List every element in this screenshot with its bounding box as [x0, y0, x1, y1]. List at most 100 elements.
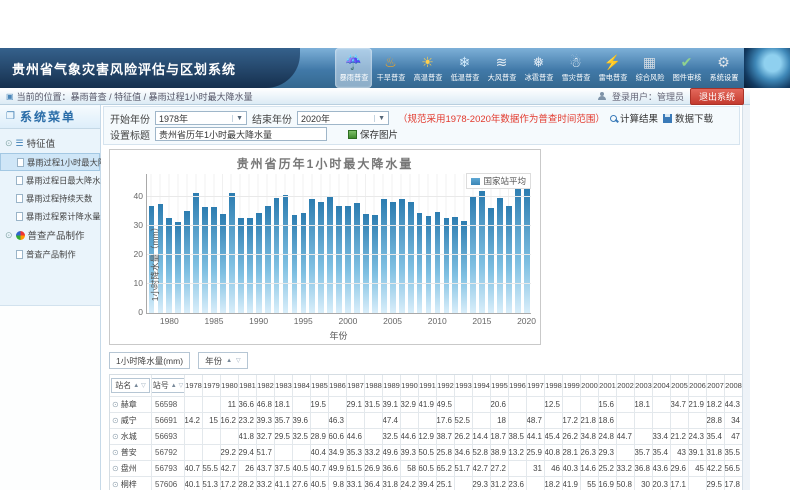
value-cell: 14.4: [473, 429, 491, 445]
value-cell: 25.9: [527, 445, 545, 461]
year-column-header[interactable]: 1994: [473, 375, 491, 397]
sidebar-item-1h-max-precip[interactable]: 暴雨过程1小时最大降水量: [0, 153, 100, 171]
end-year-select[interactable]: 2020年 ▼: [297, 111, 389, 125]
year-column-header[interactable]: 1992: [437, 375, 455, 397]
year-column-header[interactable]: 2000: [581, 375, 599, 397]
value-cell: [581, 397, 599, 413]
table-row[interactable]: ⊙赫章565981136.646.818.119.529.131.539.132…: [110, 397, 742, 413]
year-column-header[interactable]: 1990: [401, 375, 419, 397]
year-column-header[interactable]: 1981: [239, 375, 257, 397]
bar-2019: [515, 186, 521, 313]
year-column-header[interactable]: 2006: [689, 375, 707, 397]
nav-item-lowtemp[interactable]: ❄低温普查: [446, 48, 483, 88]
year-column-header[interactable]: 2004: [653, 375, 671, 397]
list-icon: ☰: [16, 138, 24, 149]
sort-asc-icon[interactable]: ▲: [226, 358, 232, 364]
nav-item-risk-matrix[interactable]: ▦综合风险: [631, 48, 668, 88]
start-year-select[interactable]: 1978年 ▼: [155, 111, 247, 125]
nav-item-drought[interactable]: ♨干旱普查: [372, 48, 409, 88]
year-column-header[interactable]: 1986: [329, 375, 347, 397]
x-tick-label: 1985: [205, 316, 224, 326]
document-icon: [17, 158, 24, 167]
station-id: 56793: [152, 461, 185, 477]
table-row[interactable]: ⊙普安5679229.229.451.740.434.935.333.249.6…: [110, 445, 742, 461]
tree-group-product[interactable]: ⊙ 普查产品制作: [0, 225, 100, 245]
year-column-header[interactable]: 1988: [365, 375, 383, 397]
collapse-icon[interactable]: ⊙: [5, 230, 13, 241]
bar-1986: [220, 214, 226, 313]
row-expander-icon[interactable]: ⊙: [112, 416, 119, 425]
data-download-button[interactable]: 数据下载: [663, 111, 713, 125]
sidebar-item-daily-max-precip[interactable]: 暴雨过程日最大降水量: [0, 171, 100, 189]
year-filter[interactable]: 年份 ▲ ▽: [198, 352, 248, 369]
row-expander-icon[interactable]: ⊙: [112, 464, 119, 473]
table-row[interactable]: ⊙桐梓5760640.151.317.228.233.241.127.640.5…: [110, 477, 742, 490]
row-expander-icon[interactable]: ⊙: [112, 432, 119, 441]
nav-item-hail[interactable]: ❅冰雹普查: [520, 48, 557, 88]
year-column-header[interactable]: 1979: [203, 375, 221, 397]
value-cell: 61.5: [347, 461, 365, 477]
row-expander-icon[interactable]: ⊙: [112, 480, 119, 489]
year-column-header[interactable]: 2003: [635, 375, 653, 397]
table-row[interactable]: ⊙盘州5679340.755.542.72643.737.540.540.749…: [110, 461, 742, 477]
year-column-header[interactable]: 1982: [257, 375, 275, 397]
value-field-filter[interactable]: 1小时降水量(mm): [109, 352, 190, 369]
value-cell: 41.9: [419, 397, 437, 413]
filter-funnel-icon[interactable]: ▽: [236, 357, 241, 364]
value-cell: [635, 429, 653, 445]
legend-swatch: [471, 178, 480, 185]
nav-item-settings[interactable]: ⚙系统设置: [705, 48, 742, 88]
sidebar-item-accumulated-precip[interactable]: 暴雨过程累计降水量: [0, 207, 100, 225]
year-column-header[interactable]: 2008: [725, 375, 742, 397]
year-column-header[interactable]: 1999: [563, 375, 581, 397]
collapse-icon[interactable]: ⊙: [5, 138, 13, 149]
nav-item-heat[interactable]: ☀高温普查: [409, 48, 446, 88]
year-column-header[interactable]: 1996: [509, 375, 527, 397]
save-image-button[interactable]: 保存图片: [348, 127, 398, 141]
year-column-header[interactable]: 1991: [419, 375, 437, 397]
year-column-header[interactable]: 1984: [293, 375, 311, 397]
value-cell: 44.3: [725, 397, 742, 413]
nav-item-rainstorm[interactable]: ☔暴雨普查: [335, 48, 372, 88]
year-column-header[interactable]: 1978: [185, 375, 203, 397]
year-column-header[interactable]: 1989: [383, 375, 401, 397]
year-column-header[interactable]: 1985: [311, 375, 329, 397]
nav-item-lightning[interactable]: ⚡雷电普查: [594, 48, 631, 88]
year-column-header[interactable]: 2005: [671, 375, 689, 397]
year-column-header[interactable]: 1995: [491, 375, 509, 397]
year-column-header[interactable]: 2001: [599, 375, 617, 397]
filter-funnel-icon[interactable]: ▽: [179, 382, 184, 389]
row-expander-icon[interactable]: ⊙: [112, 400, 119, 409]
tree-group-feature-values[interactable]: ⊙ ☰ 特征值: [0, 133, 100, 153]
map-review-icon: ✔: [681, 54, 693, 72]
value-cell: [401, 413, 419, 429]
bar-2003: [372, 215, 378, 313]
station-id-header[interactable]: 站号▲▽: [152, 378, 185, 393]
row-expander-icon[interactable]: ⊙: [112, 448, 119, 457]
sort-asc-icon[interactable]: ▲: [171, 383, 177, 389]
year-column-header[interactable]: 1997: [527, 375, 545, 397]
nav-item-wind[interactable]: ≋大风普查: [483, 48, 520, 88]
year-column-header[interactable]: 2002: [617, 375, 635, 397]
year-column-header[interactable]: 1983: [275, 375, 293, 397]
filter-funnel-icon[interactable]: ▽: [141, 382, 146, 389]
nav-item-snow[interactable]: ☃雪灾普查: [557, 48, 594, 88]
calc-result-button[interactable]: 计算结果: [610, 111, 658, 125]
sidebar-item-duration-days[interactable]: 暴雨过程持续天数: [0, 189, 100, 207]
chart-title-input[interactable]: [155, 127, 327, 141]
table-row[interactable]: ⊙威宁5669114.21516.223.239.335.739.646.347…: [110, 413, 742, 429]
breadcrumb-prefix: 当前的位置：: [17, 90, 71, 103]
logout-button[interactable]: 退出系统: [690, 88, 744, 105]
year-column-header[interactable]: 1998: [545, 375, 563, 397]
year-column-header[interactable]: 1980: [221, 375, 239, 397]
value-cell: 17.6: [437, 413, 455, 429]
sidebar-item-product-making[interactable]: 普查产品制作: [0, 245, 100, 263]
table-row[interactable]: ⊙水城5669341.832.729.532.528.960.644.632.5…: [110, 429, 742, 445]
sort-asc-icon[interactable]: ▲: [133, 383, 139, 389]
year-column-header[interactable]: 2007: [707, 375, 725, 397]
station-name-header[interactable]: 站名▲▽: [111, 378, 150, 393]
nav-item-map-review[interactable]: ✔图件审核: [668, 48, 705, 88]
year-column-header[interactable]: 1993: [455, 375, 473, 397]
vertical-scrollbar[interactable]: [742, 105, 750, 490]
year-column-header[interactable]: 1987: [347, 375, 365, 397]
